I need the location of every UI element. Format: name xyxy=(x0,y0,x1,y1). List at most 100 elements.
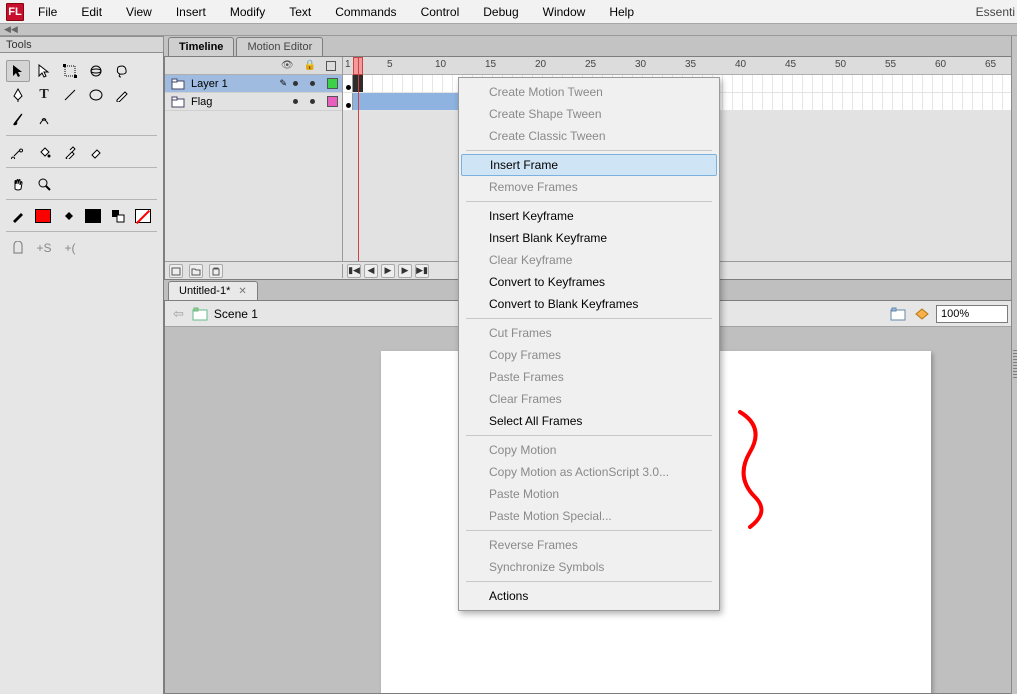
playhead-line xyxy=(358,57,359,261)
menu-file[interactable]: File xyxy=(38,5,57,19)
paint-bucket-tool[interactable] xyxy=(32,141,56,163)
eyedropper-tool[interactable] xyxy=(58,141,82,163)
zoom-field[interactable]: 100% xyxy=(936,305,1008,323)
panel-strip: ◀◀ xyxy=(0,24,1017,36)
stroke-color-swatch[interactable] xyxy=(6,205,29,227)
tab-motion-editor[interactable]: Motion Editor xyxy=(236,37,323,56)
outline-icon[interactable] xyxy=(326,61,336,71)
layer-visible-dot[interactable] xyxy=(293,99,298,104)
ctx-item-paste-motion-special: Paste Motion Special... xyxy=(459,505,719,527)
straighten-icon[interactable]: +( xyxy=(58,237,82,259)
eraser-tool[interactable] xyxy=(84,141,108,163)
layer-visible-dot[interactable] xyxy=(293,81,298,86)
menu-commands[interactable]: Commands xyxy=(335,5,396,19)
fill-color-swatch[interactable] xyxy=(56,205,79,227)
ctx-item-insert-keyframe[interactable]: Insert Keyframe xyxy=(459,205,719,227)
document-tab[interactable]: Untitled-1* ✕ xyxy=(168,281,258,300)
delete-layer-button[interactable] xyxy=(209,264,223,278)
ruler-tick: 35 xyxy=(685,59,696,70)
play-button[interactable]: ▶ xyxy=(381,264,395,278)
tab-timeline[interactable]: Timeline xyxy=(168,37,234,56)
first-frame-button[interactable]: ▮◀ xyxy=(347,264,361,278)
selection-tool[interactable] xyxy=(6,60,30,82)
ctx-item-actions[interactable]: Actions xyxy=(459,585,719,607)
menu-debug[interactable]: Debug xyxy=(483,5,518,19)
brush-tool[interactable] xyxy=(6,108,30,130)
ruler-tick: 25 xyxy=(585,59,596,70)
menu-view[interactable]: View xyxy=(126,5,152,19)
menu-window[interactable]: Window xyxy=(543,5,586,19)
menu-control[interactable]: Control xyxy=(421,5,460,19)
lock-icon[interactable]: 🔒 xyxy=(304,60,316,71)
menu-modify[interactable]: Modify xyxy=(230,5,265,19)
subselection-tool[interactable] xyxy=(32,60,56,82)
lasso-tool[interactable] xyxy=(110,60,134,82)
ruler-tick: 30 xyxy=(635,59,646,70)
ctx-item-convert-to-keyframes[interactable]: Convert to Keyframes xyxy=(459,271,719,293)
menubar: FL File Edit View Insert Modify Text Com… xyxy=(0,0,1017,24)
ctx-item-select-all-frames[interactable]: Select All Frames xyxy=(459,410,719,432)
layer-outline-box[interactable] xyxy=(327,78,338,89)
3d-rotation-tool[interactable] xyxy=(84,60,108,82)
free-transform-tool[interactable] xyxy=(58,60,82,82)
menu-help[interactable]: Help xyxy=(609,5,634,19)
line-tool[interactable] xyxy=(58,84,82,106)
hand-tool[interactable] xyxy=(6,173,30,195)
pen-tool[interactable] xyxy=(6,84,30,106)
keyframe-1[interactable] xyxy=(343,93,353,110)
layer-outline-box[interactable] xyxy=(327,96,338,107)
ctx-item-synchronize-symbols: Synchronize Symbols xyxy=(459,556,719,578)
layer-lock-dot[interactable] xyxy=(310,81,315,86)
ctx-item-insert-frame[interactable]: Insert Frame xyxy=(461,154,717,176)
edit-scene-icon[interactable] xyxy=(890,307,906,321)
ruler-tick: 40 xyxy=(735,59,746,70)
ctx-item-convert-to-blank-keyframes[interactable]: Convert to Blank Keyframes xyxy=(459,293,719,315)
ruler-tick: 60 xyxy=(935,59,946,70)
rectangle-tool[interactable] xyxy=(84,84,108,106)
layer-row-layer1[interactable]: Layer 1 ✎ xyxy=(165,75,342,93)
ctx-item-insert-blank-keyframe[interactable]: Insert Blank Keyframe xyxy=(459,227,719,249)
keyframe-1[interactable] xyxy=(343,75,353,92)
ctx-item-cut-frames: Cut Frames xyxy=(459,322,719,344)
new-folder-button[interactable] xyxy=(189,264,203,278)
last-frame-button[interactable]: ▶▮ xyxy=(415,264,429,278)
new-layer-button[interactable] xyxy=(169,264,183,278)
menu-text[interactable]: Text xyxy=(289,5,311,19)
back-arrow-icon[interactable]: ⇦ xyxy=(173,306,184,322)
stroke-color-value[interactable] xyxy=(31,205,54,227)
workspace-switcher[interactable]: Essenti xyxy=(976,5,1015,19)
pencil-tool[interactable] xyxy=(110,84,134,106)
app-logo: FL xyxy=(6,3,24,21)
tools-panel: T +S +( xyxy=(0,53,164,694)
close-tab-icon[interactable]: ✕ xyxy=(238,286,246,297)
menu-edit[interactable]: Edit xyxy=(81,5,102,19)
menu-insert[interactable]: Insert xyxy=(176,5,206,19)
ruler-tick: 65 xyxy=(985,59,996,70)
black-white-swap[interactable] xyxy=(107,205,130,227)
frame-span[interactable] xyxy=(343,93,463,110)
smooth-icon[interactable]: +S xyxy=(32,237,56,259)
no-color-icon[interactable] xyxy=(132,205,155,227)
layer-lock-dot[interactable] xyxy=(310,99,315,104)
text-tool[interactable]: T xyxy=(32,84,56,106)
frames-ruler[interactable]: 1 5 10 15 20 25 30 35 40 45 50 55 60 65 xyxy=(343,57,1016,75)
ruler-tick: 1 xyxy=(345,59,351,70)
snap-to-objects-icon[interactable] xyxy=(6,237,30,259)
next-frame-button[interactable]: ▶ xyxy=(398,264,412,278)
layer-name: Flag xyxy=(191,96,212,108)
tools-panel-header[interactable]: Tools xyxy=(0,36,164,53)
layer-name: Layer 1 xyxy=(191,78,228,90)
edit-symbols-icon[interactable] xyxy=(914,307,930,321)
zoom-tool[interactable] xyxy=(32,173,56,195)
layer-row-flag[interactable]: Flag xyxy=(165,93,342,111)
right-splitter[interactable] xyxy=(1011,36,1017,694)
scene-name[interactable]: Scene 1 xyxy=(214,307,258,321)
collapse-icon[interactable]: ◀◀ xyxy=(4,24,18,35)
ctx-item-copy-frames: Copy Frames xyxy=(459,344,719,366)
bone-tool[interactable] xyxy=(6,141,30,163)
prev-frame-button[interactable]: ◀ xyxy=(364,264,378,278)
fill-color-value[interactable] xyxy=(82,205,105,227)
deco-tool[interactable] xyxy=(32,108,56,130)
eye-icon[interactable]: 👁 xyxy=(281,60,294,71)
context-menu: Create Motion TweenCreate Shape TweenCre… xyxy=(458,77,720,611)
